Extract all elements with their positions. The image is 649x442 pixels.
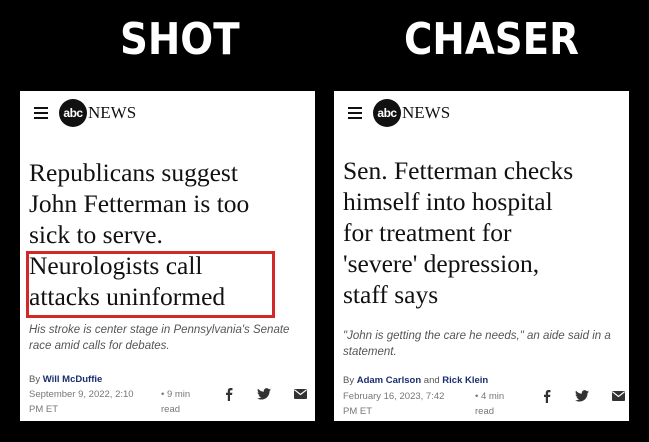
read-time: • 4 min read [475,389,525,419]
news-logo-word: NEWS [88,103,137,122]
headline-line: 'severe' depression, [343,249,540,278]
menu-icon[interactable] [34,107,48,119]
publish-date-line: PM ET [343,406,373,417]
headline-line: Sen. Fetterman checks [343,156,574,185]
read-time: • 9 min read [161,387,211,417]
read-time-line: • 9 min [161,389,191,400]
article-headline: Sen. Fetterman checks himself into hospi… [343,155,621,310]
read-time-line: read [161,404,181,415]
read-time-line: • 4 min [475,391,505,402]
headline-line: Republicans suggest [29,158,238,187]
byline-prefix: By [29,374,41,385]
headline-line: for treatment for [343,218,512,247]
headline-line: John Fetterman is too [29,189,250,218]
share-bar [220,387,315,401]
chaser-heading: CHASER [404,14,579,65]
byline: By Adam Carlson and Rick Klein [343,375,488,386]
headline-line: staff says [343,280,439,309]
publish-date-line: February 16, 2023, 7:42 [343,391,445,402]
email-icon[interactable] [610,389,626,403]
headline-line: sick to serve. [29,220,163,249]
byline-prefix: By [343,375,355,386]
top-bar: abc NEWS [34,99,136,127]
author-link[interactable]: Rick Klein [442,375,488,386]
red-highlight-box [26,251,275,318]
headline-line: himself into hospital [343,187,553,216]
facebook-icon[interactable] [220,387,236,401]
shot-article-card: abc NEWS Republicans suggest John Fetter… [20,91,315,421]
author-link[interactable]: Adam Carlson [357,375,421,386]
byline-conjunction: and [423,375,440,386]
publish-date-line: September 9, 2022, 2:10 [29,389,134,400]
menu-icon[interactable] [348,107,362,119]
chaser-article-card: abc NEWS Sen. Fetterman checks himself i… [334,91,629,421]
news-logo-word: NEWS [402,103,451,122]
author-link[interactable]: Will McDuffie [43,374,103,385]
read-time-line: read [475,406,495,417]
byline: By Will McDuffie [29,374,102,385]
abc-logo-disc: abc [59,99,87,127]
twitter-icon[interactable] [256,387,272,401]
publish-date-line: PM ET [29,404,59,415]
abc-news-logo[interactable]: abc NEWS [373,99,450,127]
article-subhead: His stroke is center stage in Pennsylvan… [29,324,290,352]
publish-date: September 9, 2022, 2:10 PM ET [29,387,154,417]
abc-logo-disc: abc [373,99,401,127]
facebook-icon[interactable] [538,389,554,403]
email-icon[interactable] [292,387,308,401]
publish-date: February 16, 2023, 7:42 PM ET [343,389,468,419]
share-bar [538,389,629,403]
shot-heading: SHOT [120,14,240,65]
top-bar: abc NEWS [348,99,450,127]
twitter-icon[interactable] [574,389,590,403]
abc-news-logo[interactable]: abc NEWS [59,99,136,127]
article-subhead: "John is getting the care he needs," an … [343,330,611,358]
